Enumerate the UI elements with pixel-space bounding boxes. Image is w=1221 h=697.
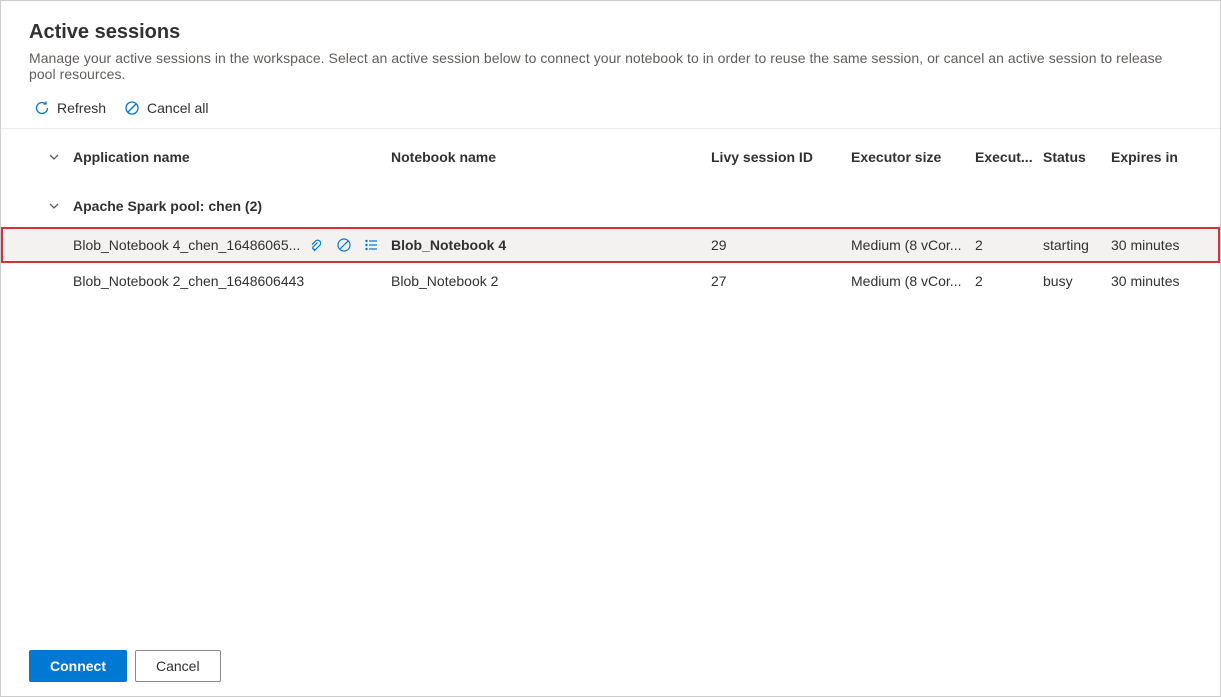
cell-status: busy: [1043, 273, 1111, 289]
refresh-label: Refresh: [57, 100, 106, 116]
cell-application-name: Blob_Notebook 2_chen_1648606443: [73, 273, 304, 289]
cell-expires-in: 30 minutes: [1111, 237, 1211, 253]
toolbar: Refresh Cancel all: [1, 90, 1220, 129]
view-details-icon[interactable]: [364, 237, 380, 253]
col-livy-session-id[interactable]: Livy session ID: [711, 149, 851, 165]
attach-icon[interactable]: [308, 237, 324, 253]
col-executors[interactable]: Execut...: [975, 149, 1043, 165]
refresh-button[interactable]: Refresh: [34, 100, 106, 116]
col-application-name[interactable]: Application name: [73, 149, 391, 165]
cell-status: starting: [1043, 237, 1111, 253]
dialog-footer: Connect Cancel: [1, 636, 1220, 696]
group-expand-toggle[interactable]: [1, 200, 73, 212]
cell-executor-size: Medium (8 vCor...: [851, 273, 975, 289]
table-header-row: Application name Notebook name Livy sess…: [1, 129, 1220, 185]
cell-livy-session-id: 27: [711, 273, 851, 289]
cancel-all-label: Cancel all: [147, 100, 208, 116]
col-executor-size[interactable]: Executor size: [851, 149, 975, 165]
connect-button[interactable]: Connect: [29, 650, 127, 682]
table-row[interactable]: Blob_Notebook 2_chen_1648606443 Blob_Not…: [1, 263, 1220, 299]
cell-application-name: Blob_Notebook 4_chen_16486065...: [73, 237, 300, 253]
cell-livy-session-id: 29: [711, 237, 851, 253]
sessions-table: Application name Notebook name Livy sess…: [1, 129, 1220, 299]
cell-executors: 2: [975, 273, 1043, 289]
table-row[interactable]: Blob_Notebook 4_chen_16486065...: [1, 227, 1220, 263]
cancel-button[interactable]: Cancel: [135, 650, 221, 682]
cell-notebook-name: Blob_Notebook 2: [391, 273, 711, 289]
col-notebook-name[interactable]: Notebook name: [391, 149, 711, 165]
page-subtitle: Manage your active sessions in the works…: [29, 50, 1192, 82]
cancel-session-icon[interactable]: [336, 237, 352, 253]
cell-executor-size: Medium (8 vCor...: [851, 237, 975, 253]
cell-notebook-name: Blob_Notebook 4: [391, 237, 711, 253]
col-status[interactable]: Status: [1043, 149, 1111, 165]
cell-executors: 2: [975, 237, 1043, 253]
page-title: Active sessions: [29, 21, 1192, 44]
cell-expires-in: 30 minutes: [1111, 273, 1211, 289]
expand-all-toggle[interactable]: [1, 151, 73, 163]
group-row[interactable]: Apache Spark pool: chen (2): [1, 185, 1220, 227]
refresh-icon: [34, 100, 50, 116]
cancel-all-button[interactable]: Cancel all: [124, 100, 208, 116]
cancel-all-icon: [124, 100, 140, 116]
group-label: Apache Spark pool: chen (2): [73, 198, 1211, 214]
col-expires-in[interactable]: Expires in: [1111, 149, 1211, 165]
